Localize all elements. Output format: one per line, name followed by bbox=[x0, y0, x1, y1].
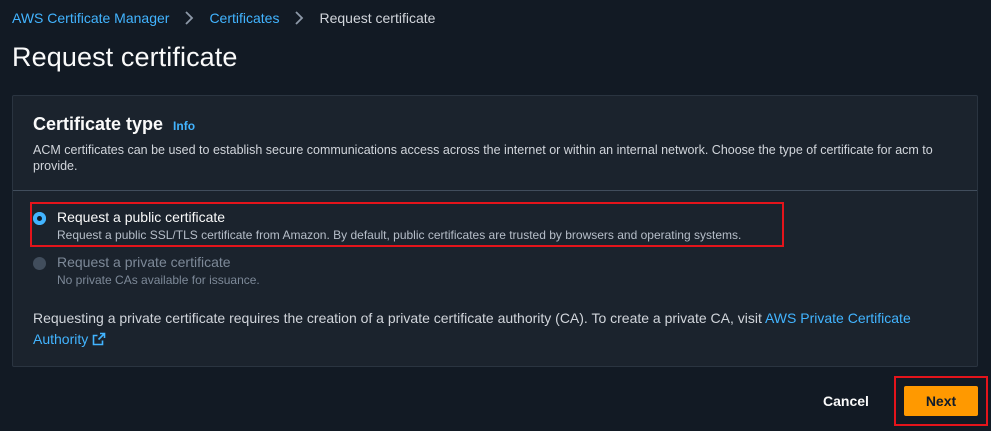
option-label: Request a public certificate bbox=[57, 209, 226, 225]
radio-icon bbox=[33, 257, 46, 270]
chevron-right-icon bbox=[295, 11, 304, 25]
info-link[interactable]: Info bbox=[173, 119, 195, 133]
card-title-row: Certificate type Info bbox=[33, 114, 195, 135]
breadcrumb-current: Request certificate bbox=[319, 10, 436, 26]
option-description: Request a public SSL/TLS certificate fro… bbox=[57, 228, 742, 242]
option-description: No private CAs available for issuance. bbox=[57, 273, 260, 287]
breadcrumb-link-certificates[interactable]: Certificates bbox=[209, 10, 279, 26]
breadcrumb: AWS Certificate Manager Certificates Req… bbox=[12, 10, 435, 26]
external-link-icon bbox=[92, 332, 106, 346]
cancel-button[interactable]: Cancel bbox=[806, 385, 886, 417]
option-text: Request a private certificate No private… bbox=[57, 254, 260, 288]
radio-icon[interactable] bbox=[33, 212, 46, 225]
card-title: Certificate type bbox=[33, 114, 164, 134]
chevron-right-icon bbox=[185, 11, 194, 25]
breadcrumb-link-acm[interactable]: AWS Certificate Manager bbox=[12, 10, 169, 26]
option-private-certificate: Request a private certificate No private… bbox=[33, 254, 260, 288]
page-title: Request certificate bbox=[12, 42, 238, 72]
option-public-certificate[interactable]: Request a public certificate Request a p… bbox=[33, 209, 741, 243]
next-button[interactable]: Next bbox=[904, 386, 978, 416]
note-text: Requesting a private certificate require… bbox=[33, 310, 765, 326]
option-text: Request a public certificate Request a p… bbox=[57, 209, 741, 243]
option-label: Request a private certificate bbox=[57, 254, 231, 270]
page: AWS Certificate Manager Certificates Req… bbox=[0, 0, 991, 431]
private-ca-note: Requesting a private certificate require… bbox=[33, 308, 953, 350]
card-header: Certificate type Info ACM certificates c… bbox=[13, 96, 977, 191]
card-description: ACM certificates can be used to establis… bbox=[33, 143, 933, 173]
certificate-type-card: Certificate type Info ACM certificates c… bbox=[12, 95, 978, 367]
